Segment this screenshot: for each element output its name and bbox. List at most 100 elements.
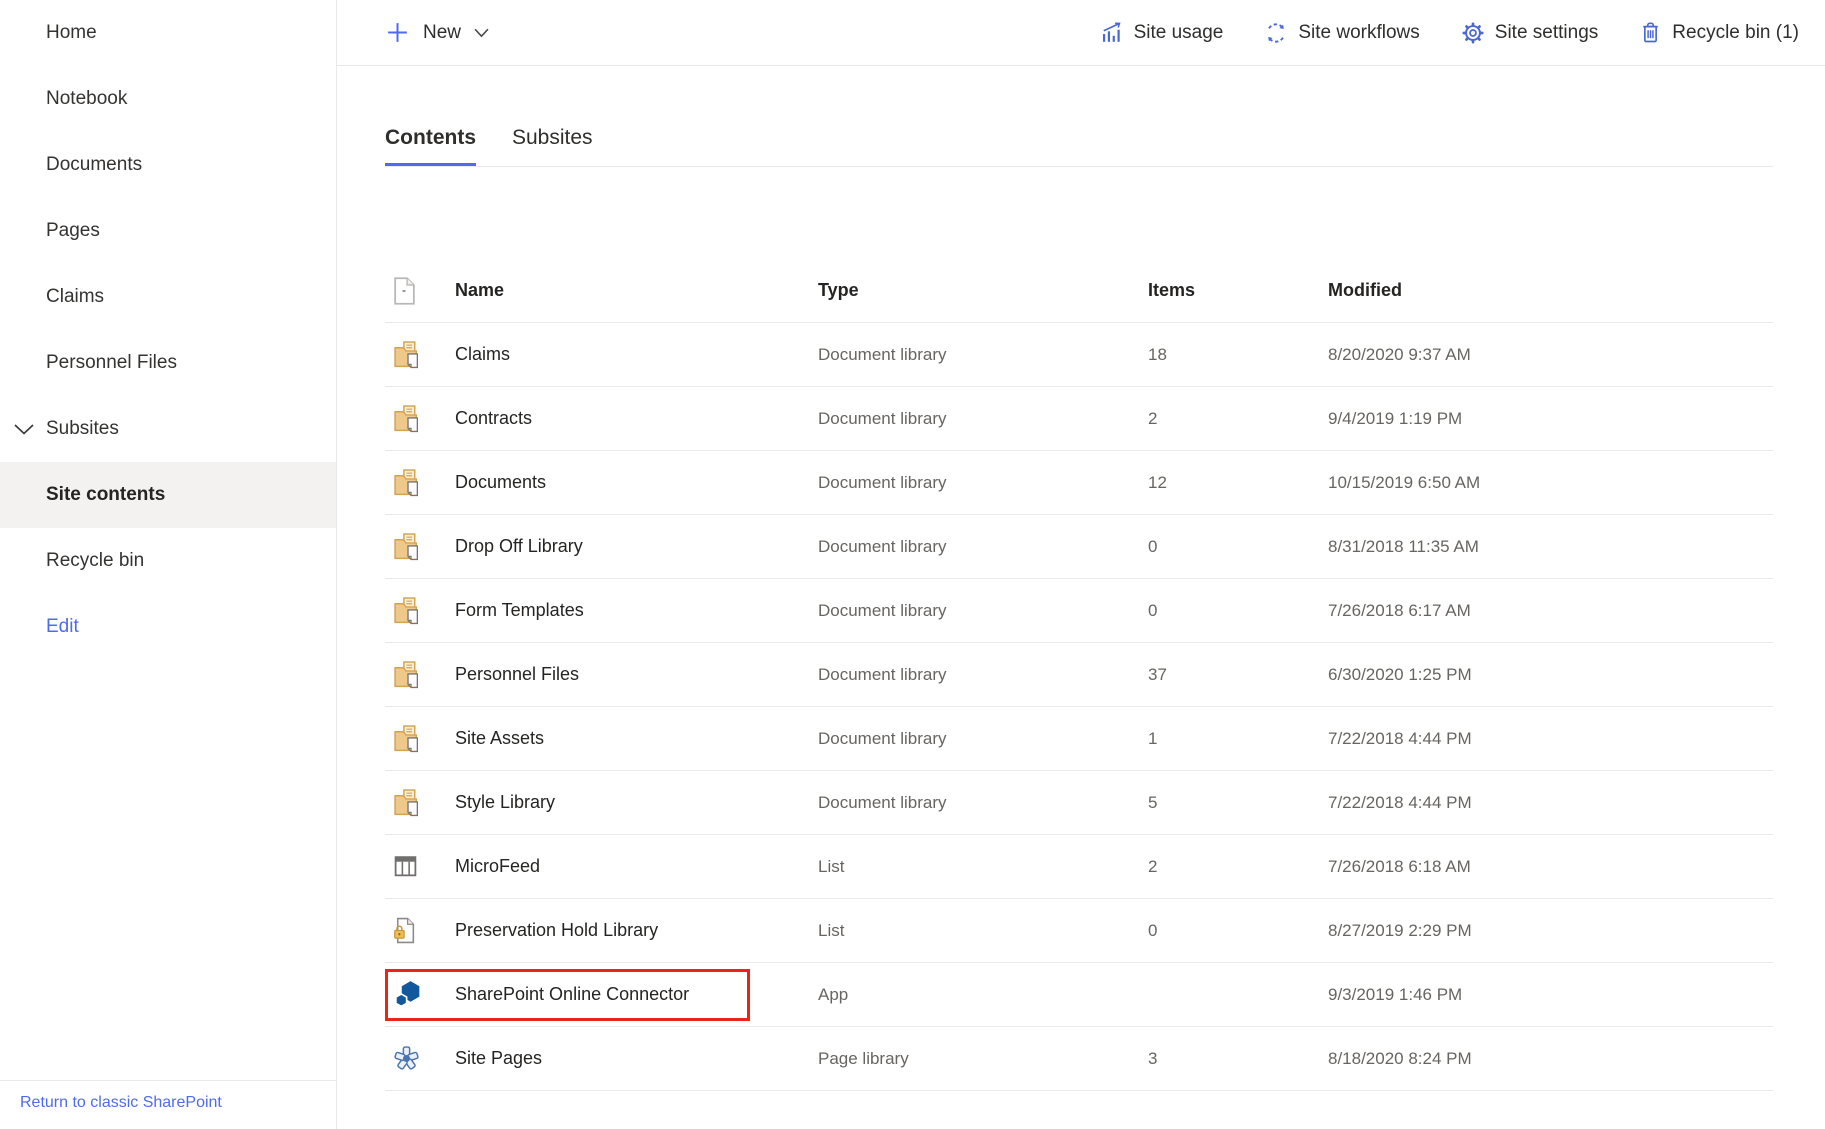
- item-type: Document library: [818, 729, 1148, 749]
- item-icon-cell: [385, 917, 455, 944]
- column-header-name[interactable]: Name: [455, 280, 818, 301]
- gear-icon: [1462, 22, 1484, 44]
- sidebar-footer: Return to classic SharePoint: [0, 1080, 336, 1129]
- item-count: 0: [1148, 537, 1328, 557]
- item-name[interactable]: Site Pages: [455, 1048, 818, 1069]
- item-name[interactable]: MicroFeed: [455, 856, 818, 877]
- site-settings-button[interactable]: Site settings: [1462, 22, 1599, 44]
- sync-icon: [1265, 22, 1287, 44]
- site-workflows-button[interactable]: Site workflows: [1265, 22, 1419, 44]
- table-row-site-pages[interactable]: Site PagesPage library38/18/2020 8:24 PM: [385, 1027, 1773, 1091]
- return-to-classic-link[interactable]: Return to classic SharePoint: [20, 1094, 222, 1111]
- chevron-down-icon: [474, 28, 489, 38]
- column-header-modified[interactable]: Modified: [1328, 280, 1773, 301]
- item-name[interactable]: Contracts: [455, 408, 818, 429]
- sidebar-item-edit[interactable]: Edit: [0, 594, 336, 660]
- item-icon-cell: [385, 979, 455, 1010]
- item-modified: 8/18/2020 8:24 PM: [1328, 1049, 1773, 1069]
- item-type: App: [818, 985, 1148, 1005]
- chevron-down-icon: [13, 423, 35, 436]
- sidebar-item-recycle-bin[interactable]: Recycle bin: [0, 528, 336, 594]
- item-icon-cell: [385, 405, 455, 433]
- main-content: New Site usage Site workflows: [337, 0, 1825, 1129]
- tab-subsites[interactable]: Subsites: [512, 126, 593, 166]
- sidebar-item-label: Claims: [46, 286, 104, 308]
- item-name[interactable]: Preservation Hold Library: [455, 920, 818, 941]
- table-row-style-library[interactable]: Style LibraryDocument library57/22/2018 …: [385, 771, 1773, 835]
- lock-document-icon: [393, 917, 416, 944]
- item-icon-cell: [385, 661, 455, 689]
- item-icon-cell: [385, 341, 455, 369]
- item-count: 1: [1148, 729, 1328, 749]
- item-icon-cell: [385, 789, 455, 817]
- sidebar-item-label: Site contents: [46, 484, 165, 506]
- item-name[interactable]: Documents: [455, 472, 818, 493]
- item-type: List: [818, 857, 1148, 877]
- item-name[interactable]: Claims: [455, 344, 818, 365]
- item-name[interactable]: Style Library: [455, 792, 818, 813]
- command-bar-actions: Site usage Site workflows Site settings …: [1101, 21, 1799, 44]
- item-name[interactable]: Personnel Files: [455, 664, 818, 685]
- document-library-icon: [393, 341, 422, 369]
- table-row-preservation-hold-library[interactable]: Preservation Hold LibraryList08/27/2019 …: [385, 899, 1773, 963]
- item-icon-cell: [385, 725, 455, 753]
- column-header-type[interactable]: Type: [818, 280, 1148, 301]
- tabs: Contents Subsites: [385, 126, 1825, 166]
- recycle-bin-1-button[interactable]: Recycle bin (1): [1640, 21, 1799, 44]
- item-count: 2: [1148, 857, 1328, 877]
- item-count: 3: [1148, 1049, 1328, 1069]
- item-name[interactable]: Site Assets: [455, 728, 818, 749]
- new-button[interactable]: New: [385, 20, 489, 45]
- table-row-site-assets[interactable]: Site AssetsDocument library17/22/2018 4:…: [385, 707, 1773, 771]
- item-count: 0: [1148, 601, 1328, 621]
- sidebar-item-label: Edit: [46, 616, 79, 638]
- item-icon-cell: [385, 1045, 455, 1072]
- table-row-documents[interactable]: DocumentsDocument library1210/15/2019 6:…: [385, 451, 1773, 515]
- sharepoint-site-contents-page: HomeNotebookDocumentsPagesClaimsPersonne…: [0, 0, 1825, 1129]
- trash-icon: [1640, 21, 1661, 44]
- sidebar-item-site-contents[interactable]: Site contents: [0, 462, 336, 528]
- item-modified: 7/22/2018 4:44 PM: [1328, 793, 1773, 813]
- sharepoint-app-icon: [393, 979, 424, 1010]
- page-library-icon: [393, 1045, 420, 1072]
- tab-contents[interactable]: Contents: [385, 126, 476, 166]
- plus-icon: [385, 20, 410, 45]
- document-library-icon: [393, 725, 422, 753]
- table-row-drop-off-library[interactable]: Drop Off LibraryDocument library08/31/20…: [385, 515, 1773, 579]
- list-icon: [393, 854, 418, 879]
- item-type: Document library: [818, 345, 1148, 365]
- item-icon-cell: [385, 597, 455, 625]
- table-row-personnel-files[interactable]: Personnel FilesDocument library376/30/20…: [385, 643, 1773, 707]
- sidebar-item-claims[interactable]: Claims: [0, 264, 336, 330]
- sidebar-nav: HomeNotebookDocumentsPages Claims Personne…: [0, 0, 336, 660]
- table-row-microfeed[interactable]: MicroFeedList27/26/2018 6:18 AM: [385, 835, 1773, 899]
- sidebar-item-personnel-files[interactable]: Personnel Files: [0, 330, 336, 396]
- item-icon-cell: [385, 854, 455, 879]
- column-header-items[interactable]: Items: [1148, 280, 1328, 301]
- table-row-form-templates[interactable]: Form TemplatesDocument library07/26/2018…: [385, 579, 1773, 643]
- document-library-icon: [393, 405, 422, 433]
- item-modified: 9/4/2019 1:19 PM: [1328, 409, 1773, 429]
- item-modified: 6/30/2020 1:25 PM: [1328, 665, 1773, 685]
- sidebar-item-label: Subsites: [46, 418, 119, 440]
- sidebar-item-pages[interactable]: Pages: [0, 198, 336, 264]
- item-icon-cell: [385, 533, 455, 561]
- table-row-sharepoint-online-connector[interactable]: SharePoint Online ConnectorApp9/3/2019 1…: [385, 963, 1773, 1027]
- item-type: Document library: [818, 409, 1148, 429]
- table-row-contracts[interactable]: ContractsDocument library29/4/2019 1:19 …: [385, 387, 1773, 451]
- site-usage-button[interactable]: Site usage: [1101, 22, 1224, 44]
- action-label: Site workflows: [1298, 22, 1419, 44]
- item-name[interactable]: Drop Off Library: [455, 536, 818, 557]
- sidebar-item-home[interactable]: Home: [0, 0, 336, 66]
- document-library-icon: [393, 533, 422, 561]
- table-body: ClaimsDocument library188/20/2020 9:37 A…: [385, 323, 1773, 1091]
- chart-icon: [1101, 22, 1123, 44]
- sidebar-item-documents[interactable]: Documents: [0, 132, 336, 198]
- sidebar-item-notebook[interactable]: Notebook: [0, 66, 336, 132]
- sidebar-item-subsites[interactable]: Subsites: [0, 396, 336, 462]
- item-name[interactable]: Form Templates: [455, 600, 818, 621]
- header-icon-cell: [385, 277, 455, 305]
- item-name[interactable]: SharePoint Online Connector: [455, 984, 818, 1005]
- item-modified: 8/20/2020 9:37 AM: [1328, 345, 1773, 365]
- table-row-claims[interactable]: ClaimsDocument library188/20/2020 9:37 A…: [385, 323, 1773, 387]
